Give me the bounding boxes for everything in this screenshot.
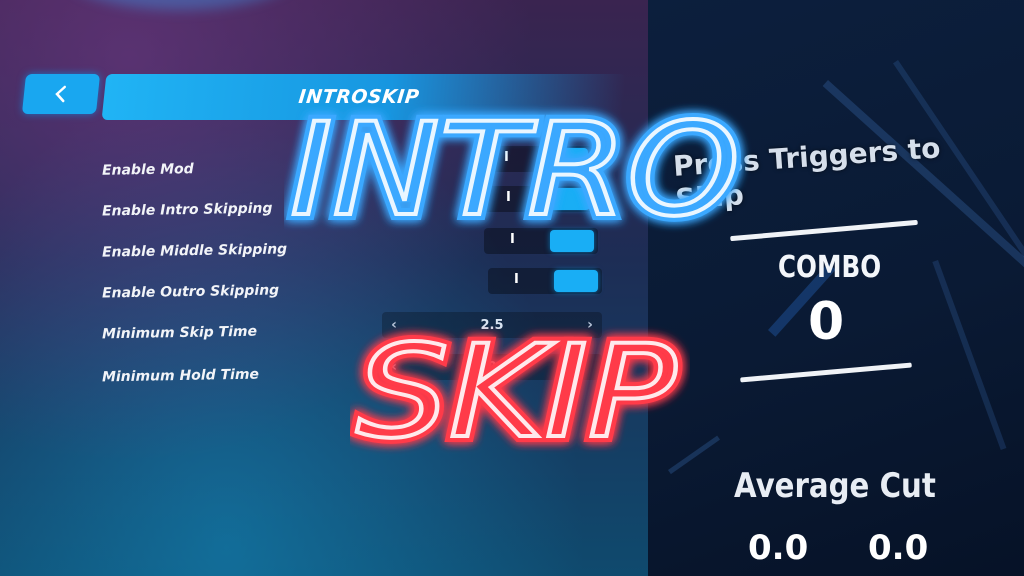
skip-neon-title: SKIP SKIP	[350, 318, 682, 458]
combo-label: COMBO	[778, 250, 882, 285]
setting-label-enable-middle-skipping: Enable Middle Skipping	[101, 241, 288, 261]
lane-stripe	[932, 260, 1007, 450]
toggle-state-glyph: I	[514, 272, 519, 287]
intro-neon-title: INTRO INTRO	[284, 96, 746, 236]
toggle-knob	[554, 270, 598, 292]
average-cut-label: Average Cut	[734, 466, 936, 506]
setting-label-minimum-hold-time: Minimum Hold Time	[101, 366, 260, 386]
skip-neon-core: SKIP	[356, 318, 676, 458]
setting-label-enable-intro-skipping: Enable Intro Skipping	[101, 200, 273, 220]
toggle-enable-outro-skipping[interactable]: I	[488, 268, 602, 294]
back-button[interactable]	[21, 74, 101, 114]
chevron-left-icon	[55, 85, 66, 103]
setting-label-minimum-skip-time: Minimum Skip Time	[101, 323, 258, 343]
setting-label-enable-mod: Enable Mod	[101, 161, 194, 179]
average-cut-left-value: 0.0	[748, 528, 809, 568]
top-glow-arc	[60, 0, 300, 10]
intro-neon-core: INTRO	[290, 96, 740, 236]
combo-value: 0	[808, 292, 845, 352]
average-cut-right-value: 0.0	[868, 528, 929, 568]
setting-label-enable-outro-skipping: Enable Outro Skipping	[101, 282, 280, 302]
